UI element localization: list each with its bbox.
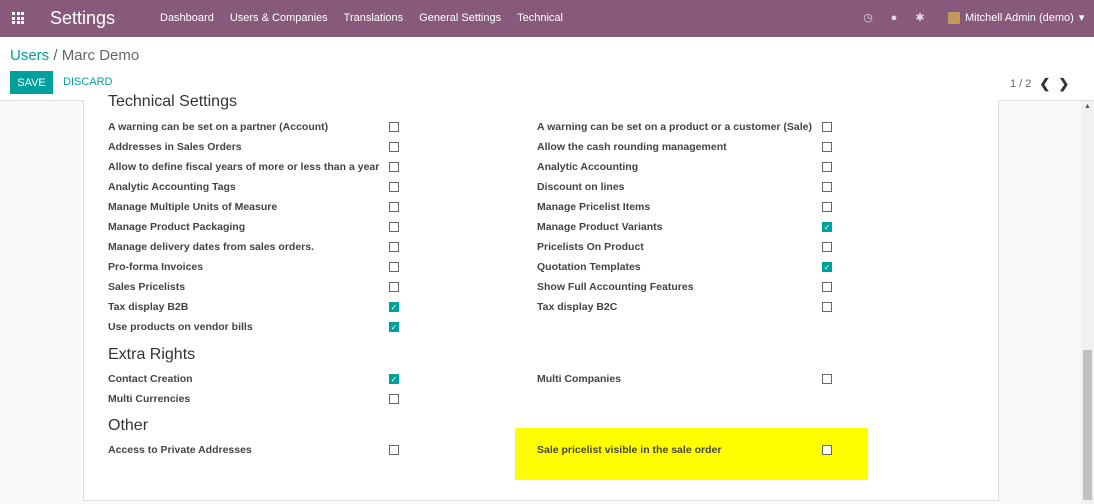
control-panel: Users / Marc Demo SAVE DISCARD 1 / 2 ❮ ❯ bbox=[0, 37, 1094, 101]
checkbox-analytic-accounting-tags[interactable] bbox=[389, 182, 399, 192]
field-label-pro-forma-invoices: Pro-forma Invoices bbox=[108, 261, 204, 273]
field-label-a-warning-can-be-set-on-a-partner-account: A warning can be set on a partner (Accou… bbox=[108, 121, 329, 133]
checkbox-multi-currencies[interactable] bbox=[389, 394, 399, 404]
field-label-manage-product-variants: Manage Product Variants bbox=[537, 221, 663, 233]
field-label-analytic-accounting-tags: Analytic Accounting Tags bbox=[108, 181, 236, 193]
checkbox-pricelists-on-product[interactable] bbox=[822, 242, 832, 252]
discard-button[interactable]: DISCARD bbox=[63, 76, 113, 88]
field-label-multi-companies: Multi Companies bbox=[537, 373, 622, 385]
field-label-a-warning-can-be-set-on-a-product-or-a-customer-sale: A warning can be set on a product or a c… bbox=[537, 121, 812, 133]
field-label-use-products-on-vendor-bills: Use products on vendor bills bbox=[108, 321, 253, 333]
user-menu[interactable]: Mitchell Admin (demo) ▾ bbox=[948, 11, 1084, 24]
field-label-analytic-accounting: Analytic Accounting bbox=[537, 161, 639, 173]
pager: 1 / 2 ❮ ❯ bbox=[1010, 76, 1069, 92]
field-label-manage-multiple-units-of-measure: Manage Multiple Units of Measure bbox=[108, 201, 278, 213]
checkbox-tax-display-b2b[interactable]: ✓ bbox=[389, 302, 399, 312]
top-navbar: Settings Dashboard Users & Companies Tra… bbox=[0, 0, 1094, 37]
checkbox-allow-the-cash-rounding-management[interactable] bbox=[822, 142, 832, 152]
checkbox-allow-to-define-fiscal-years-of-more-or-less-than-a-year[interactable] bbox=[389, 162, 399, 172]
menu-item-users-companies[interactable]: Users & Companies bbox=[230, 12, 328, 24]
menu-item-translations[interactable]: Translations bbox=[344, 12, 404, 24]
menu-item-technical[interactable]: Technical bbox=[517, 12, 563, 24]
save-button[interactable]: SAVE bbox=[10, 71, 53, 94]
checkbox-manage-pricelist-items[interactable] bbox=[822, 202, 832, 212]
clock-icon[interactable]: ◷ bbox=[862, 11, 874, 24]
checkbox-contact-creation[interactable]: ✓ bbox=[389, 374, 399, 384]
checkbox-quotation-templates[interactable]: ✓ bbox=[822, 262, 832, 272]
bug-icon[interactable]: ✱ bbox=[914, 11, 926, 24]
systray: ◷ ● ✱ bbox=[862, 11, 926, 25]
checkbox-pro-forma-invoices[interactable] bbox=[389, 262, 399, 272]
breadcrumb-separator: / bbox=[53, 47, 58, 64]
breadcrumb-current: Marc Demo bbox=[61, 47, 140, 64]
checkbox-multi-companies[interactable] bbox=[822, 374, 832, 384]
checkbox-discount-on-lines[interactable] bbox=[822, 182, 832, 192]
checkbox-manage-delivery-dates-from-sales-orders[interactable] bbox=[389, 242, 399, 252]
menu-item-general-settings[interactable]: General Settings bbox=[419, 12, 501, 24]
field-label-contact-creation: Contact Creation bbox=[108, 373, 193, 385]
menu-item-dashboard[interactable]: Dashboard bbox=[160, 12, 214, 24]
field-label-sale-pricelist-visible-in-the-sale-order: Sale pricelist visible in the sale order bbox=[537, 444, 722, 456]
main-menu: Dashboard Users & Companies Translations… bbox=[160, 12, 563, 24]
checkbox-sales-pricelists[interactable] bbox=[389, 282, 399, 292]
field-label-show-full-accounting-features: Show Full Accounting Features bbox=[537, 281, 694, 293]
section-title-technical: Technical Settings bbox=[108, 93, 237, 110]
breadcrumb-users-link[interactable]: Users bbox=[10, 47, 49, 64]
chevron-down-icon: ▾ bbox=[1078, 12, 1085, 24]
avatar bbox=[948, 11, 960, 24]
checkbox-access-to-private-addresses[interactable] bbox=[389, 445, 399, 455]
checkbox-addresses-in-sales-orders[interactable] bbox=[389, 142, 399, 152]
scrollbar-thumb[interactable] bbox=[1083, 350, 1092, 500]
field-label-addresses-in-sales-orders: Addresses in Sales Orders bbox=[108, 141, 242, 153]
chevron-right-icon[interactable]: ❯ bbox=[1058, 76, 1069, 92]
checkbox-tax-display-b2c[interactable] bbox=[822, 302, 832, 312]
checkbox-manage-product-variants[interactable]: ✓ bbox=[822, 222, 832, 232]
field-label-allow-the-cash-rounding-management: Allow the cash rounding management bbox=[537, 141, 727, 153]
field-label-discount-on-lines: Discount on lines bbox=[537, 181, 625, 193]
field-label-tax-display-b2b: Tax display B2B bbox=[108, 301, 189, 313]
field-label-manage-delivery-dates-from-sales-orders: Manage delivery dates from sales orders. bbox=[108, 241, 315, 253]
breadcrumb: Users / Marc Demo bbox=[10, 47, 139, 64]
field-label-allow-to-define-fiscal-years-of-more-or-less-than-a-year: Allow to define fiscal years of more or … bbox=[108, 161, 380, 173]
field-label-pricelists-on-product: Pricelists On Product bbox=[537, 241, 644, 253]
field-label-multi-currencies: Multi Currencies bbox=[108, 393, 191, 405]
field-label-manage-product-packaging: Manage Product Packaging bbox=[108, 221, 246, 233]
section-title-extra-rights: Extra Rights bbox=[108, 346, 196, 363]
chevron-left-icon[interactable]: ❮ bbox=[1039, 76, 1050, 92]
apps-menu-icon[interactable] bbox=[12, 12, 24, 24]
pager-value[interactable]: 1 / 2 bbox=[1010, 78, 1031, 90]
chat-icon[interactable]: ● bbox=[888, 12, 900, 24]
checkbox-a-warning-can-be-set-on-a-partner-account[interactable] bbox=[389, 122, 399, 132]
field-label-quotation-templates: Quotation Templates bbox=[537, 261, 641, 273]
section-title-other: Other bbox=[108, 417, 149, 434]
user-name: Mitchell Admin (demo) bbox=[965, 11, 1074, 24]
checkbox-manage-product-packaging[interactable] bbox=[389, 222, 399, 232]
checkbox-a-warning-can-be-set-on-a-product-or-a-customer-sale[interactable] bbox=[822, 122, 832, 132]
field-label-tax-display-b2c: Tax display B2C bbox=[537, 301, 618, 313]
checkbox-use-products-on-vendor-bills[interactable]: ✓ bbox=[389, 322, 399, 332]
checkbox-sale-pricelist-visible-in-the-sale-order[interactable] bbox=[822, 445, 832, 455]
field-label-manage-pricelist-items: Manage Pricelist Items bbox=[537, 201, 651, 213]
field-label-sales-pricelists: Sales Pricelists bbox=[108, 281, 186, 293]
checkbox-manage-multiple-units-of-measure[interactable] bbox=[389, 202, 399, 212]
app-title[interactable]: Settings bbox=[50, 8, 115, 29]
checkbox-analytic-accounting[interactable] bbox=[822, 162, 832, 172]
field-label-access-to-private-addresses: Access to Private Addresses bbox=[108, 444, 252, 456]
scroll-up-icon[interactable]: ▲ bbox=[1081, 103, 1094, 110]
checkbox-show-full-accounting-features[interactable] bbox=[822, 282, 832, 292]
